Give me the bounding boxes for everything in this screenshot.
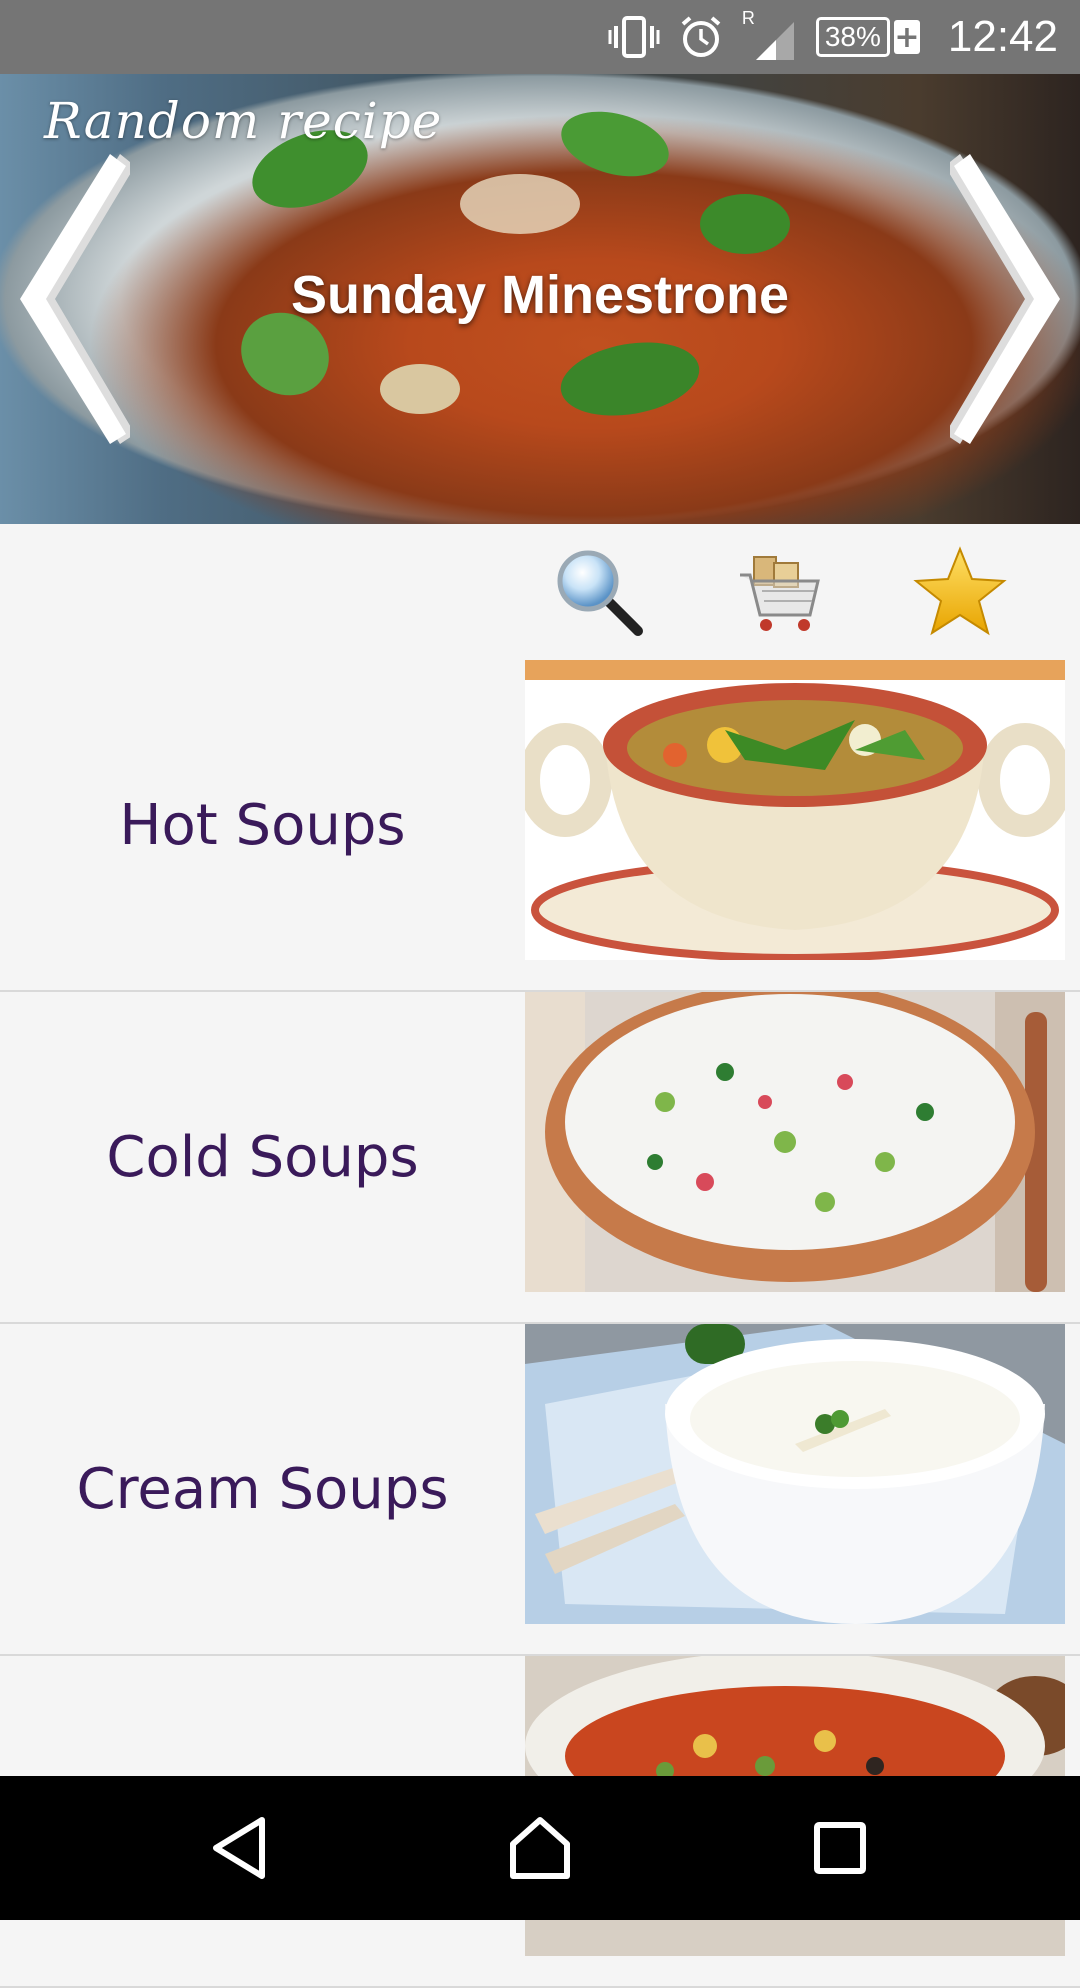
category-row-cream-soups[interactable]: Cream Soups: [0, 1324, 1080, 1656]
random-recipe-label: Random recipe: [44, 92, 443, 150]
cream-soup-image: [525, 1324, 1065, 1624]
back-button[interactable]: [200, 1808, 280, 1888]
soup-garnish: [554, 332, 706, 426]
toolbar: [0, 524, 1080, 660]
charging-icon: +: [893, 19, 920, 55]
category-label: Cold Soups: [106, 1124, 419, 1190]
battery-percent: 38%: [815, 17, 890, 57]
shopping-cart-icon: [740, 556, 820, 631]
random-recipe-banner[interactable]: Random recipe Sunday Minestrone: [0, 74, 1080, 524]
soup-garnish: [460, 174, 580, 234]
recents-icon: [814, 1822, 866, 1874]
back-icon: [213, 1817, 265, 1879]
soup-garnish: [700, 194, 790, 254]
clock: 12:42: [947, 12, 1058, 61]
category-row-hot-soups[interactable]: Hot Soups: [0, 660, 1080, 992]
favorites-button[interactable]: [905, 538, 1015, 648]
category-row-cold-soups[interactable]: Cold Soups: [0, 992, 1080, 1324]
home-button[interactable]: [500, 1808, 580, 1888]
signal-indicator: R: [742, 8, 798, 62]
battery-icon: 38% +: [815, 17, 920, 57]
status-icons: R 38% + 12:42: [608, 0, 1058, 74]
status-bar: R 38% + 12:42: [0, 0, 1080, 74]
category-label: Hot Soups: [119, 792, 406, 858]
alarm-icon: [681, 16, 721, 57]
soup-garnish: [380, 364, 460, 414]
soup-garnish: [554, 100, 676, 188]
vibrate-icon: [608, 16, 660, 58]
recipe-title[interactable]: Sunday Minestrone: [0, 264, 1080, 326]
signal-icon: [755, 22, 794, 60]
category-image: [525, 660, 1065, 960]
chevron-right-icon[interactable]: [950, 154, 1070, 444]
cold-soup-image: [525, 992, 1065, 1292]
vegetable-soup-image: [525, 660, 1065, 960]
chevron-left-icon[interactable]: [10, 154, 130, 444]
search-icon: [557, 550, 643, 636]
category-image: [525, 992, 1065, 1292]
category-label: Cream Soups: [76, 1456, 449, 1522]
recents-button[interactable]: [800, 1808, 880, 1888]
favorites-star-icon: [913, 546, 1007, 636]
navigation-bar: [0, 1776, 1080, 1920]
shopping-cart-button[interactable]: [725, 538, 835, 648]
search-button[interactable]: [545, 538, 655, 648]
category-image: [525, 1324, 1065, 1624]
home-icon: [510, 1817, 570, 1879]
